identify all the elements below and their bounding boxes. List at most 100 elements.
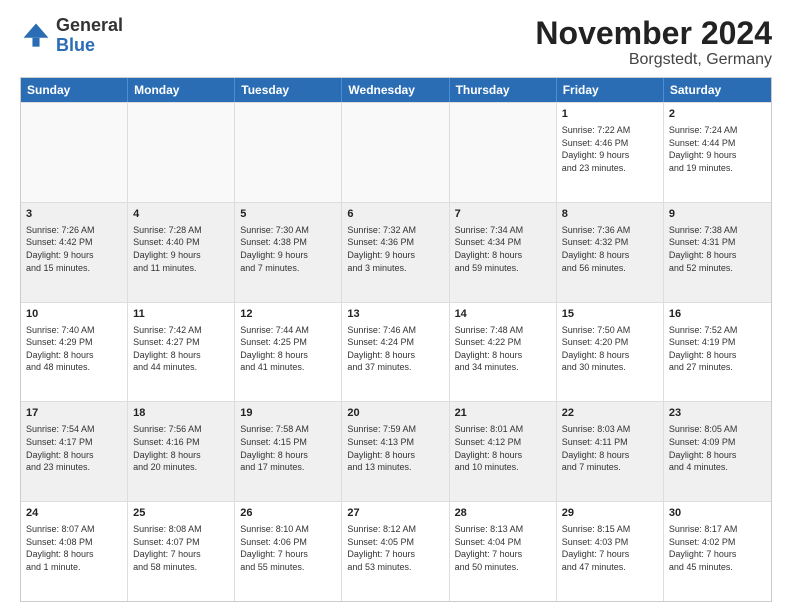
- calendar-row-4: 24Sunrise: 8:07 AM Sunset: 4:08 PM Dayli…: [21, 501, 771, 601]
- day-info: Sunrise: 7:38 AM Sunset: 4:31 PM Dayligh…: [669, 224, 766, 274]
- logo-icon: [20, 20, 52, 52]
- calendar-row-3: 17Sunrise: 7:54 AM Sunset: 4:17 PM Dayli…: [21, 401, 771, 501]
- cal-cell-29: 29Sunrise: 8:15 AM Sunset: 4:03 PM Dayli…: [557, 502, 664, 601]
- header-day-tuesday: Tuesday: [235, 78, 342, 102]
- cal-cell-11: 11Sunrise: 7:42 AM Sunset: 4:27 PM Dayli…: [128, 303, 235, 402]
- cal-cell-16: 16Sunrise: 7:52 AM Sunset: 4:19 PM Dayli…: [664, 303, 771, 402]
- cal-cell-4: 4 Sunrise: 7:28 AM Sunset: 4:40 PM Daylig…: [128, 203, 235, 302]
- cal-cell-22: 22Sunrise: 8:03 AM Sunset: 4:11 PM Dayli…: [557, 402, 664, 501]
- day-info: Sunrise: 7:42 AM Sunset: 4:27 PM Dayligh…: [133, 324, 229, 374]
- cal-cell-18: 18 Sunrise: 7:56 AM Sunset: 4:16 PM Dayli…: [128, 402, 235, 501]
- calendar-row-0: 1 Sunrise: 7:22 AM Sunset: 4:46 PM Daylig…: [21, 102, 771, 202]
- day-number: 3: [26, 207, 122, 222]
- calendar-row-1: 3 Sunrise: 7:26 AM Sunset: 4:42 PM Daylig…: [21, 202, 771, 302]
- cal-cell-empty: [450, 103, 557, 202]
- cal-cell-5: 5 Sunrise: 7:30 AM Sunset: 4:38 PM Daylig…: [235, 203, 342, 302]
- header-day-monday: Monday: [128, 78, 235, 102]
- cal-cell-9: 9 Sunrise: 7:38 AM Sunset: 4:31 PM Daylig…: [664, 203, 771, 302]
- day-number: 15: [562, 307, 658, 322]
- day-number: 4: [133, 207, 229, 222]
- day-number: 21: [455, 406, 551, 421]
- day-info: Sunrise: 8:05 AM Sunset: 4:09 PM Dayligh…: [669, 423, 766, 473]
- day-info: Sunrise: 7:58 AM Sunset: 4:15 PM Dayligh…: [240, 423, 336, 473]
- cal-cell-empty: [21, 103, 128, 202]
- cal-cell-19: 19 Sunrise: 7:58 AM Sunset: 4:15 PM Dayli…: [235, 402, 342, 501]
- cal-cell-24: 24Sunrise: 8:07 AM Sunset: 4:08 PM Dayli…: [21, 502, 128, 601]
- day-info: Sunrise: 7:44 AM Sunset: 4:25 PM Dayligh…: [240, 324, 336, 374]
- cal-cell-26: 26 Sunrise: 8:10 AM Sunset: 4:06 PM Dayli…: [235, 502, 342, 601]
- day-number: 5: [240, 207, 336, 222]
- day-info: Sunrise: 7:30 AM Sunset: 4:38 PM Dayligh…: [240, 224, 336, 274]
- title-block: November 2024 Borgstedt, Germany: [535, 16, 772, 69]
- day-info: Sunrise: 7:28 AM Sunset: 4:40 PM Dayligh…: [133, 224, 229, 274]
- day-info: Sunrise: 8:01 AM Sunset: 4:12 PM Dayligh…: [455, 423, 551, 473]
- logo: General Blue: [20, 16, 123, 56]
- day-number: 30: [669, 506, 766, 521]
- day-number: 28: [455, 506, 551, 521]
- cal-cell-12: 12 Sunrise: 7:44 AM Sunset: 4:25 PM Dayli…: [235, 303, 342, 402]
- day-info: Sunrise: 8:13 AM Sunset: 4:04 PM Dayligh…: [455, 523, 551, 573]
- cal-cell-28: 28 Sunrise: 8:13 AM Sunset: 4:04 PM Dayli…: [450, 502, 557, 601]
- cal-cell-20: 20 Sunrise: 7:59 AM Sunset: 4:13 PM Dayli…: [342, 402, 449, 501]
- day-info: Sunrise: 8:08 AM Sunset: 4:07 PM Dayligh…: [133, 523, 229, 573]
- cal-cell-10: 10 Sunrise: 7:40 AM Sunset: 4:29 PM Dayli…: [21, 303, 128, 402]
- day-number: 12: [240, 307, 336, 322]
- cal-cell-8: 8Sunrise: 7:36 AM Sunset: 4:32 PM Daylig…: [557, 203, 664, 302]
- header-day-thursday: Thursday: [450, 78, 557, 102]
- day-info: Sunrise: 8:10 AM Sunset: 4:06 PM Dayligh…: [240, 523, 336, 573]
- calendar-body: 1 Sunrise: 7:22 AM Sunset: 4:46 PM Daylig…: [21, 102, 771, 601]
- day-number: 6: [347, 207, 443, 222]
- day-number: 2: [669, 107, 766, 122]
- cal-cell-23: 23 Sunrise: 8:05 AM Sunset: 4:09 PM Dayli…: [664, 402, 771, 501]
- header: General Blue November 2024 Borgstedt, Ge…: [20, 16, 772, 69]
- title-location: Borgstedt, Germany: [535, 51, 772, 69]
- day-info: Sunrise: 7:40 AM Sunset: 4:29 PM Dayligh…: [26, 324, 122, 374]
- logo-text: General Blue: [56, 16, 123, 56]
- calendar-header: SundayMondayTuesdayWednesdayThursdayFrid…: [21, 78, 771, 102]
- calendar: SundayMondayTuesdayWednesdayThursdayFrid…: [20, 77, 772, 602]
- cal-cell-25: 25 Sunrise: 8:08 AM Sunset: 4:07 PM Dayli…: [128, 502, 235, 601]
- day-info: Sunrise: 7:22 AM Sunset: 4:46 PM Dayligh…: [562, 124, 658, 174]
- cal-cell-empty: [128, 103, 235, 202]
- cal-cell-3: 3 Sunrise: 7:26 AM Sunset: 4:42 PM Daylig…: [21, 203, 128, 302]
- day-info: Sunrise: 8:12 AM Sunset: 4:05 PM Dayligh…: [347, 523, 443, 573]
- header-day-saturday: Saturday: [664, 78, 771, 102]
- cal-cell-14: 14Sunrise: 7:48 AM Sunset: 4:22 PM Dayli…: [450, 303, 557, 402]
- day-info: Sunrise: 7:50 AM Sunset: 4:20 PM Dayligh…: [562, 324, 658, 374]
- day-info: Sunrise: 7:32 AM Sunset: 4:36 PM Dayligh…: [347, 224, 443, 274]
- day-info: Sunrise: 7:46 AM Sunset: 4:24 PM Dayligh…: [347, 324, 443, 374]
- day-number: 9: [669, 207, 766, 222]
- logo-blue: Blue: [56, 36, 123, 56]
- cal-cell-17: 17Sunrise: 7:54 AM Sunset: 4:17 PM Dayli…: [21, 402, 128, 501]
- day-number: 19: [240, 406, 336, 421]
- day-number: 14: [455, 307, 551, 322]
- day-number: 18: [133, 406, 229, 421]
- day-number: 26: [240, 506, 336, 521]
- day-number: 8: [562, 207, 658, 222]
- day-number: 1: [562, 107, 658, 122]
- cal-cell-30: 30Sunrise: 8:17 AM Sunset: 4:02 PM Dayli…: [664, 502, 771, 601]
- page: General Blue November 2024 Borgstedt, Ge…: [0, 0, 792, 612]
- header-day-sunday: Sunday: [21, 78, 128, 102]
- cal-cell-27: 27 Sunrise: 8:12 AM Sunset: 4:05 PM Dayli…: [342, 502, 449, 601]
- day-info: Sunrise: 7:56 AM Sunset: 4:16 PM Dayligh…: [133, 423, 229, 473]
- day-info: Sunrise: 7:26 AM Sunset: 4:42 PM Dayligh…: [26, 224, 122, 274]
- day-number: 25: [133, 506, 229, 521]
- day-number: 27: [347, 506, 443, 521]
- day-number: 13: [347, 307, 443, 322]
- day-number: 7: [455, 207, 551, 222]
- header-day-wednesday: Wednesday: [342, 78, 449, 102]
- cal-cell-2: 2Sunrise: 7:24 AM Sunset: 4:44 PM Daylig…: [664, 103, 771, 202]
- day-number: 20: [347, 406, 443, 421]
- day-info: Sunrise: 7:34 AM Sunset: 4:34 PM Dayligh…: [455, 224, 551, 274]
- header-day-friday: Friday: [557, 78, 664, 102]
- day-info: Sunrise: 7:59 AM Sunset: 4:13 PM Dayligh…: [347, 423, 443, 473]
- day-info: Sunrise: 8:15 AM Sunset: 4:03 PM Dayligh…: [562, 523, 658, 573]
- title-month: November 2024: [535, 16, 772, 51]
- day-number: 23: [669, 406, 766, 421]
- cal-cell-1: 1 Sunrise: 7:22 AM Sunset: 4:46 PM Daylig…: [557, 103, 664, 202]
- cal-cell-empty: [342, 103, 449, 202]
- cal-cell-empty: [235, 103, 342, 202]
- cal-cell-6: 6 Sunrise: 7:32 AM Sunset: 4:36 PM Daylig…: [342, 203, 449, 302]
- day-number: 10: [26, 307, 122, 322]
